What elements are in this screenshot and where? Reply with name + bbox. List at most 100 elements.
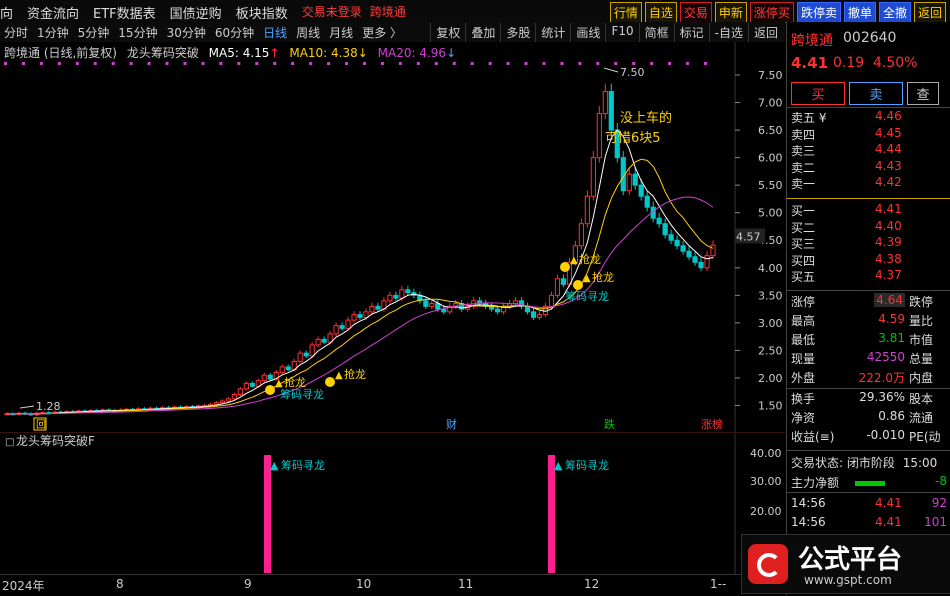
top-dot-marker: [614, 62, 618, 65]
candle-body: [596, 113, 602, 159]
tab-60min[interactable]: 60分钟: [215, 24, 254, 41]
candle-body: [668, 234, 674, 241]
chip-signal-label: 筹码寻龙: [280, 387, 324, 401]
signal-bar-2: [548, 455, 555, 573]
menu-item-etf[interactable]: ETF数据表: [93, 3, 156, 22]
signal-arrow: ▲: [570, 255, 578, 266]
divider: [787, 388, 950, 389]
candle-body: [423, 300, 429, 307]
tab-more[interactable]: 更多 〉: [362, 24, 402, 41]
signal-label-1: ▲: [270, 459, 279, 472]
tool-back[interactable]: 返回: [747, 23, 783, 42]
candle-body: [524, 305, 531, 313]
query-button[interactable]: 查: [907, 82, 939, 105]
last-price: 4.41: [791, 54, 829, 72]
tab-monthly[interactable]: 月线: [329, 24, 353, 41]
tab-weekly[interactable]: 周线: [296, 24, 320, 41]
candlestick-chart-svg: 7.507.006.506.005.505.004.504.003.503.00…: [0, 42, 785, 432]
menu-item-sector-index[interactable]: 板块指数: [236, 3, 288, 22]
price-chart[interactable]: 7.50 7.00 6.50 6.00 5.50 5.00 4.50 4.00 3.50 3.00…: [0, 42, 785, 432]
top-dot-marker: [668, 62, 672, 65]
tick-row: 14:56 4.41 92: [791, 496, 947, 510]
tab-30min[interactable]: 30分钟: [167, 24, 206, 41]
candle-body: [399, 289, 405, 299]
menu-item-repo[interactable]: 国债逆购: [170, 3, 222, 22]
tool-overlay[interactable]: 叠加: [465, 23, 500, 42]
time-label-oct: 10: [356, 577, 372, 591]
price-axis-label: 3.00: [758, 317, 783, 330]
limit-down-sell-button[interactable]: 跌停卖: [796, 2, 841, 23]
tool-stats[interactable]: 统计: [535, 23, 570, 42]
tool-simple[interactable]: 简框: [638, 23, 674, 42]
signal-dot: [560, 262, 570, 272]
price-axis-label: 2.00: [758, 372, 783, 385]
trade-status: 交易状态: 闭市阶段 15:00: [791, 456, 938, 470]
back-button[interactable]: 返回: [913, 2, 946, 23]
divider: [787, 450, 950, 451]
top-dot-marker: [75, 62, 79, 65]
top-dot-marker: [560, 62, 564, 65]
candle-body: [608, 91, 614, 131]
tab-daily[interactable]: 日线: [263, 24, 287, 41]
stat-row: 净资 0.86 流通: [791, 409, 934, 425]
event-marker-drop: 跌: [604, 417, 615, 431]
ipo-button[interactable]: 申新: [714, 2, 747, 23]
candle-body: [626, 173, 632, 192]
top-dot-marker: [434, 62, 438, 65]
tab-15min[interactable]: 15分钟: [118, 24, 157, 41]
trade-login-warning[interactable]: 交易未登录: [302, 3, 362, 22]
tab-5min[interactable]: 5分钟: [78, 24, 110, 41]
tool-adjust[interactable]: 复权: [430, 23, 465, 42]
price-axis-label: 3.50: [758, 289, 783, 302]
menu-item-partial[interactable]: 向: [0, 3, 13, 22]
top-dot-marker: [219, 62, 223, 65]
subchart-box-icon: □: [5, 437, 14, 448]
top-dot-marker: [39, 62, 43, 65]
brand-name: 公式平台: [798, 545, 903, 575]
divider: [787, 107, 950, 108]
price-axis-label: 4.00: [758, 262, 783, 275]
indicator-subchart[interactable]: 龙头筹码突破F □ ▲ 筹码寻龙 ▲ 筹码寻龙 40.00 30.00 20.0…: [0, 432, 785, 575]
stat-row: 外盘 222.0万 内盘: [791, 371, 934, 385]
brand-watermark: 公式平台 www.gspt.com: [741, 534, 950, 594]
watchlist-button[interactable]: 自选: [644, 2, 677, 23]
stock-code: 002640: [843, 30, 897, 46]
signal-dot: [573, 280, 583, 290]
tool-draw[interactable]: 画线: [570, 23, 605, 42]
cancel-all-button[interactable]: 全撤: [878, 2, 911, 23]
candle-body: [536, 314, 543, 318]
ask-row-2: 卖二 4.43: [791, 158, 902, 175]
tab-intraday[interactable]: 分时: [4, 24, 28, 41]
bid-row-2: 买二 4.40: [791, 218, 902, 235]
candle-body: [285, 366, 291, 371]
limit-up-buy-button[interactable]: 涨停买: [749, 2, 794, 23]
candle-body: [357, 314, 363, 318]
top-dot-marker: [237, 62, 241, 65]
quote-panel: 跨境通 002640 4.41 0.19 4.50% 买 卖 查 卖五 ¥4.4…: [741, 22, 950, 595]
quote-button[interactable]: 行情: [609, 2, 642, 23]
tool-f10[interactable]: F10: [605, 23, 638, 42]
top-dot-marker: [93, 62, 97, 65]
tab-1min[interactable]: 1分钟: [37, 24, 69, 41]
menu-item-fund-flow[interactable]: 资金流向: [27, 3, 79, 22]
legend-indicator[interactable]: 龙头筹码突破: [127, 46, 199, 60]
tool-remove-watch[interactable]: -自选: [708, 23, 748, 42]
trade-button[interactable]: 交易: [679, 2, 712, 23]
time-label-dec: 12: [584, 577, 600, 591]
tool-multi[interactable]: 多股: [500, 23, 535, 42]
buy-button[interactable]: 买: [791, 82, 845, 105]
chart-legend: 跨境通 (日线,前复权) 龙头筹码突破 MA5: 4.15↑ MA10: 4.3…: [4, 46, 457, 60]
top-dot-marker: [380, 62, 384, 65]
candle-body: [698, 261, 704, 269]
top-dot-marker: [524, 62, 528, 65]
stat-row: 最低 3.81 市值: [791, 331, 934, 347]
top-dot-marker: [488, 62, 492, 65]
tool-mark[interactable]: 标记: [673, 23, 709, 42]
event-marker-finance: 财: [446, 417, 457, 431]
candle-body: [369, 305, 375, 313]
sell-button[interactable]: 卖: [849, 82, 903, 105]
top-dot-marker: [542, 62, 546, 65]
candle-body: [237, 388, 243, 395]
annotation-note-2: 可惜6块5: [605, 131, 661, 146]
cancel-order-button[interactable]: 撤单: [843, 2, 876, 23]
